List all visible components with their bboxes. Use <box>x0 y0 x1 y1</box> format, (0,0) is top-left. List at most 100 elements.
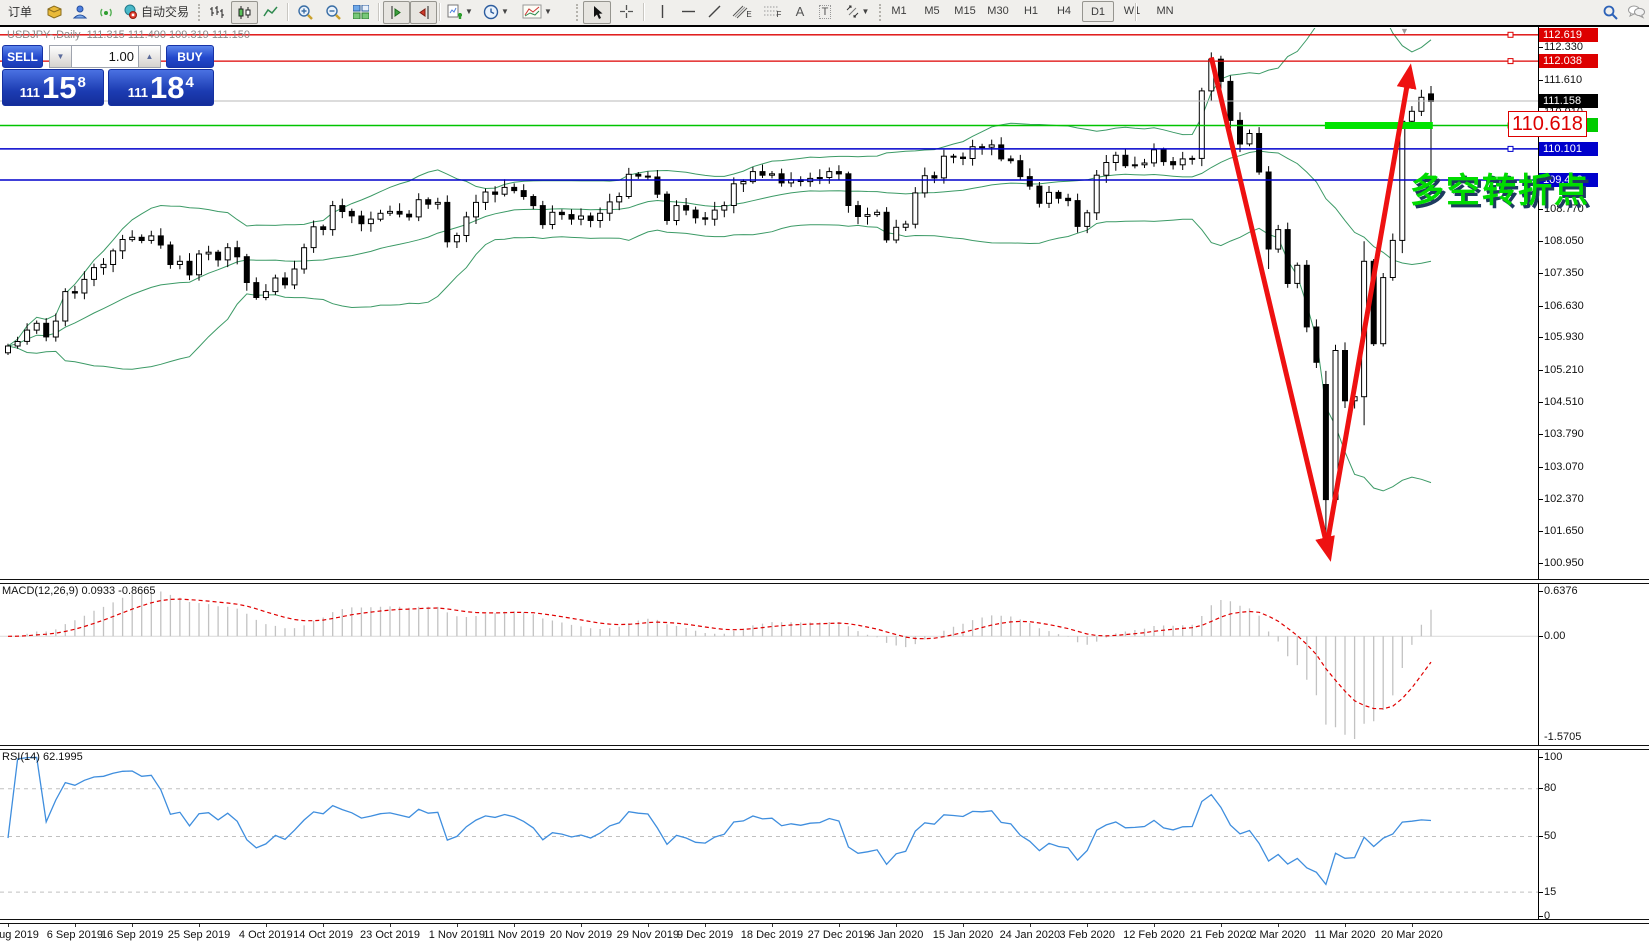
bull-candles <box>5 58 1425 500</box>
price-tick-label: 106.630 <box>1544 299 1584 312</box>
timeframe-button-D1[interactable]: D1 <box>1082 1 1114 22</box>
panel-separator[interactable] <box>0 579 1649 584</box>
price-tick-label: 105.210 <box>1544 363 1584 376</box>
price-tick-label: 108.050 <box>1544 235 1584 248</box>
signal-icon <box>98 4 114 19</box>
hline-handle[interactable] <box>1507 145 1514 152</box>
zoom-in-icon <box>297 4 314 20</box>
panel-separator[interactable] <box>0 745 1649 750</box>
toolbar-grip <box>198 4 202 21</box>
chart-shift-button[interactable] <box>383 1 410 24</box>
label-tool-button[interactable]: T <box>812 1 838 22</box>
macd-scale-max: 0.6376 <box>1544 585 1578 597</box>
chat-button[interactable] <box>1624 1 1648 22</box>
rsi-scale-label: 100 <box>1544 750 1563 763</box>
text-tool-button[interactable]: A <box>788 1 812 22</box>
crosshair-icon <box>619 4 634 19</box>
crosshair-button[interactable] <box>613 1 639 22</box>
timeframe-button-M1[interactable]: M1 <box>884 1 914 20</box>
price-badge-112.619: 112.619 <box>1539 27 1598 42</box>
ask-big-digits: 18 <box>149 70 185 105</box>
red-down-arrow[interactable] <box>1208 56 1335 562</box>
timeframe-button-M5[interactable]: M5 <box>917 1 947 20</box>
volume-decrease-button[interactable]: ▼ <box>48 45 72 68</box>
bid-pip-digit: 8 <box>77 74 86 91</box>
rsi-line <box>7 756 1432 886</box>
channel-tool-button[interactable]: E <box>728 1 756 22</box>
horizontal-line-icon <box>681 5 696 18</box>
zoom-out-icon <box>325 4 342 20</box>
timeframe-button-H1[interactable]: H1 <box>1016 1 1046 20</box>
chart-bars-button[interactable] <box>204 1 229 22</box>
auto-scroll-button[interactable] <box>410 1 437 24</box>
search-button[interactable] <box>1598 1 1622 22</box>
price-tick-label: 103.790 <box>1544 428 1584 441</box>
new-order-label: 订单 <box>7 5 32 19</box>
new-order-button[interactable]: 订单 <box>0 1 40 22</box>
vertical-line-tool-button[interactable] <box>650 1 674 22</box>
vertical-line-icon <box>656 4 669 19</box>
tile-windows-button[interactable] <box>348 1 374 22</box>
person-icon <box>72 4 88 19</box>
autotrading-button[interactable]: 自动交易 <box>118 1 194 22</box>
macd-panel <box>0 591 1538 739</box>
timeframe-button-M30[interactable]: M30 <box>983 1 1013 20</box>
chevron-down-icon: ▼ <box>465 7 473 16</box>
buy-button[interactable]: BUY <box>165 45 214 68</box>
fibonacci-letter: F <box>776 10 782 19</box>
hline-handle[interactable] <box>1507 58 1514 65</box>
bollinger-middle-band <box>7 150 1432 347</box>
timeframe-button-M15[interactable]: M15 <box>950 1 980 20</box>
periods-button[interactable]: ▼ <box>480 1 512 22</box>
timeframe-button-H4[interactable]: H4 <box>1049 1 1079 20</box>
zoom-in-button[interactable] <box>292 1 318 22</box>
horizontal-line-tool-button[interactable] <box>676 1 700 22</box>
chart-line-button[interactable] <box>258 1 283 22</box>
rsi-panel <box>0 756 1538 893</box>
macd-signal-line <box>7 598 1432 710</box>
market-book-button[interactable] <box>42 1 66 22</box>
price-badge-112.038: 112.038 <box>1539 54 1598 69</box>
community-button[interactable] <box>68 1 92 22</box>
sell-button[interactable]: SELL <box>2 45 43 68</box>
fibonacci-tool-button[interactable]: F <box>758 1 786 22</box>
ask-price-button[interactable]: 111 18 4 <box>107 69 214 106</box>
sell-button-label: SELL <box>7 49 38 64</box>
tile-windows-icon <box>353 4 369 19</box>
autotrading-label: 自动交易 <box>140 5 189 19</box>
shapes-dropdown-button[interactable]: ▼ <box>840 1 874 22</box>
volume-input[interactable] <box>71 45 138 68</box>
trendline-tool-button[interactable] <box>702 1 726 22</box>
cursor-button[interactable] <box>583 1 611 24</box>
trading-platform-window: 订单 自动交易 ▼ ▼ ▼ E F A T ▼ M1 M5 M15 M30 H1… <box>0 0 1649 947</box>
chart-candles-button[interactable] <box>231 1 258 24</box>
toolbar-separator <box>439 3 441 21</box>
price-level-tag[interactable]: 110.618 <box>1508 111 1587 137</box>
timeframe-button-W1[interactable]: W1 <box>1117 1 1147 20</box>
clock-icon <box>483 4 499 20</box>
green-highlight-segment[interactable] <box>1324 122 1433 129</box>
toolbar-grip <box>879 4 883 21</box>
chart-shift-marker-icon[interactable]: ▼ <box>1400 26 1409 36</box>
price-tick-label: 103.070 <box>1544 460 1584 473</box>
templates-button[interactable]: ▼ <box>516 1 558 22</box>
bear-candles <box>43 58 1434 501</box>
timeframe-button-MN[interactable]: MN <box>1150 1 1180 20</box>
date-label[interactable]: 20 Mar 2020 <box>1367 929 1457 941</box>
ask-prefix: 111 <box>127 85 148 100</box>
new-chart-button[interactable]: ▼ <box>444 1 476 22</box>
chevron-down-icon: ▼ <box>544 7 552 16</box>
zoom-out-button[interactable] <box>320 1 346 22</box>
toolbar-separator <box>643 3 645 21</box>
red-up-arrow[interactable] <box>1324 63 1417 546</box>
indicators-icon <box>522 4 542 20</box>
volume-increase-button[interactable]: ▲ <box>137 45 161 68</box>
macd-histogram <box>16 591 1432 739</box>
bid-price-button[interactable]: 111 15 8 <box>2 69 104 106</box>
rsi-scale-label: 80 <box>1544 782 1557 795</box>
chevron-down-icon: ▼ <box>501 7 509 16</box>
volume-stepper: ▼ ▲ <box>48 45 161 68</box>
hline-handle[interactable] <box>1507 31 1514 38</box>
chinese-annotation[interactable]: 多空转折点 <box>1410 163 1590 212</box>
signals-button[interactable] <box>94 1 118 22</box>
